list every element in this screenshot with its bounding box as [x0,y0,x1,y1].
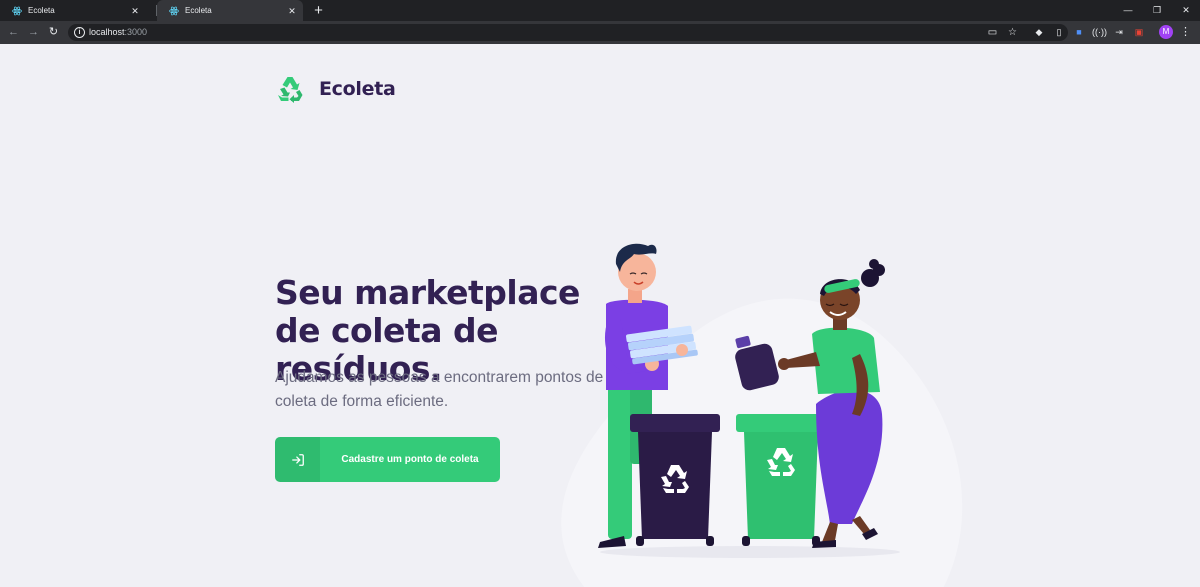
close-tab-icon[interactable]: ✕ [287,6,297,16]
browser-tab-2[interactable]: Ecoleta ✕ [157,0,303,21]
extension-3-icon[interactable]: ■ [1072,25,1086,39]
cast-icon[interactable]: ▭ [986,26,999,39]
log-in-icon [275,437,320,482]
close-tab-icon[interactable]: ✕ [130,6,140,16]
browser-tabstrip: Ecoleta ✕ Ecoleta ✕ + — ❐ ✕ [0,0,1200,21]
logo-text: Ecoleta [319,78,396,100]
recycling-illustration [598,243,900,558]
green-recycle-bin [736,414,826,546]
tab-title: Ecoleta [185,6,212,15]
minimize-icon[interactable]: — [1114,0,1142,21]
dark-recycle-bin [630,414,720,546]
react-favicon-icon [169,6,179,16]
recycle-logo-icon [278,77,303,103]
extension-1-icon[interactable]: ◆ [1032,25,1046,39]
browser-toolbar: ← → ↻ i localhost:3000 ▭ ☆ ◆ ▯ ■ ((·)) ⇥… [0,21,1200,44]
reload-icon[interactable]: ↻ [46,25,61,40]
extension-5-icon[interactable]: ⇥ [1112,25,1126,39]
address-bar[interactable]: i localhost:3000 ▭ ☆ [68,24,1068,41]
cta-label: Cadastre um ponto de coleta [341,454,479,465]
new-tab-button[interactable]: + [310,2,327,19]
tab-title: Ecoleta [28,6,55,15]
url-host: localhost [89,27,125,37]
extension-6-icon[interactable]: ▣ [1132,25,1146,39]
extension-4-icon[interactable]: ((·)) [1092,25,1107,39]
forward-arrow-icon[interactable]: → [26,25,41,40]
page-content: Ecoleta Seu marketplace de coleta de res… [0,44,1200,587]
star-icon[interactable]: ☆ [1006,26,1019,39]
url-text[interactable]: localhost:3000 [89,27,147,37]
logo[interactable]: Ecoleta [275,74,396,104]
react-favicon-icon [12,6,22,16]
profile-avatar[interactable]: M [1159,25,1173,39]
url-port: :3000 [124,27,148,37]
restore-icon[interactable]: ❐ [1143,0,1171,21]
register-collection-point-button[interactable]: Cadastre um ponto de coleta [275,437,500,482]
extension-2-icon[interactable]: ▯ [1052,25,1066,39]
browser-tab-1[interactable]: Ecoleta ✕ [0,0,146,21]
ground-shadow [600,546,900,558]
close-window-icon[interactable]: ✕ [1172,0,1200,21]
menu-dots-icon[interactable]: ⋮ [1180,25,1191,39]
hero-subtitle: Ajudamos as pessoas a encontrarem pontos… [275,369,604,410]
bottle [735,335,790,391]
back-arrow-icon[interactable]: ← [6,25,21,40]
info-icon[interactable]: i [74,27,85,38]
